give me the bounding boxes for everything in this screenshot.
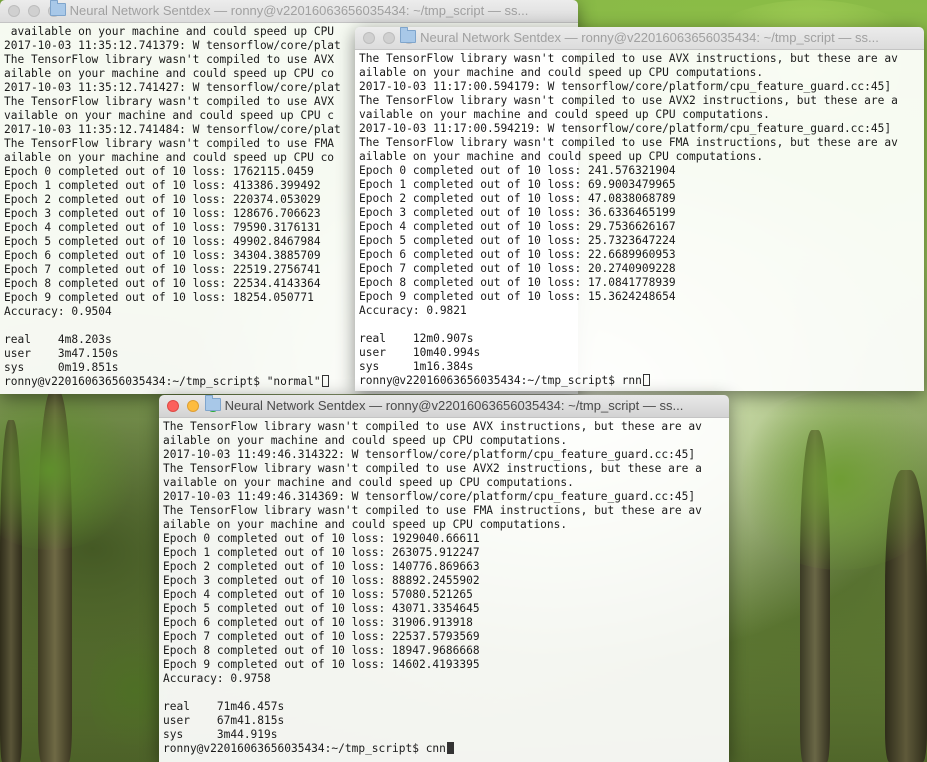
terminal-line: 2017-10-03 11:49:46.314322: W tensorflow…	[163, 448, 696, 461]
terminal-line: Epoch 8 completed out of 10 loss: 18947.…	[163, 644, 480, 657]
terminal-line: Epoch 7 completed out of 10 loss: 20.274…	[359, 262, 676, 275]
window-titlebar[interactable]: Neural Network Sentdex — ronny@v22016063…	[0, 0, 578, 23]
terminal-line: sys 1m16.384s	[359, 360, 474, 373]
terminal-window-rnn[interactable]: Neural Network Sentdex — ronny@v22016063…	[355, 27, 924, 391]
terminal-line: Epoch 9 completed out of 10 loss: 15.362…	[359, 290, 676, 303]
terminal-line: ailable on your machine and could speed …	[163, 518, 568, 531]
terminal-output[interactable]: The TensorFlow library wasn't compiled t…	[159, 418, 729, 762]
text-cursor	[446, 742, 454, 754]
terminal-line: Epoch 4 completed out of 10 loss: 29.753…	[359, 220, 676, 233]
foliage	[0, 390, 140, 550]
terminal-line: real 12m0.907s	[359, 332, 474, 345]
command-prompt-line[interactable]: ronny@v22016063656035434:~/tmp_script$ c…	[163, 742, 729, 756]
terminal-line: user 67m41.815s	[163, 714, 285, 727]
command-input[interactable]: "normal"	[267, 375, 321, 388]
terminal-output[interactable]: The TensorFlow library wasn't compiled t…	[355, 50, 924, 391]
folder-icon	[204, 395, 221, 411]
shell-prompt: ronny@v22016063656035434:~/tmp_script$	[4, 375, 267, 388]
text-cursor	[642, 374, 650, 386]
terminal-line: user 10m40.994s	[359, 346, 481, 359]
terminal-line: The TensorFlow library wasn't compiled t…	[163, 462, 702, 475]
terminal-line: Accuracy: 0.9821	[359, 304, 467, 317]
terminal-line: Epoch 7 completed out of 10 loss: 22537.…	[163, 630, 480, 643]
terminal-line: The TensorFlow library wasn't compiled t…	[359, 94, 898, 107]
shell-prompt: ronny@v22016063656035434:~/tmp_script$	[163, 742, 426, 755]
terminal-line: Epoch 6 completed out of 10 loss: 31906.…	[163, 616, 473, 629]
window-title: Neural Network Sentdex — ronny@v22016063…	[159, 395, 729, 413]
window-title-text: Neural Network Sentdex — ronny@v22016063…	[420, 30, 879, 45]
foliage	[730, 390, 927, 570]
window-title-text: Neural Network Sentdex — ronny@v22016063…	[224, 398, 684, 413]
terminal-line: Epoch 5 completed out of 10 loss: 43071.…	[163, 602, 480, 615]
terminal-line: The TensorFlow library wasn't compiled t…	[163, 420, 702, 433]
terminal-line: Epoch 9 completed out of 10 loss: 14602.…	[163, 658, 480, 671]
terminal-line: vailable on your machine and could speed…	[359, 108, 770, 121]
command-prompt-line[interactable]: ronny@v22016063656035434:~/tmp_script$ r…	[359, 374, 924, 388]
command-input[interactable]: rnn	[622, 374, 642, 387]
window-title: Neural Network Sentdex — ronny@v22016063…	[355, 27, 924, 45]
terminal-line: ailable on your machine and could speed …	[359, 150, 764, 163]
terminal-line: Epoch 1 completed out of 10 loss: 69.900…	[359, 178, 676, 191]
terminal-line: Epoch 0 completed out of 10 loss: 192904…	[163, 532, 480, 545]
terminal-line: 2017-10-03 11:49:46.314369: W tensorflow…	[163, 490, 696, 503]
terminal-line: Epoch 8 completed out of 10 loss: 17.084…	[359, 276, 676, 289]
terminal-line: The TensorFlow library wasn't compiled t…	[163, 504, 702, 517]
command-input[interactable]: cnn	[426, 742, 446, 755]
terminal-line: 2017-10-03 11:17:00.594219: W tensorflow…	[359, 122, 892, 135]
window-title: Neural Network Sentdex — ronny@v22016063…	[0, 0, 578, 18]
terminal-line: The TensorFlow library wasn't compiled t…	[359, 52, 898, 65]
terminal-line: 2017-10-03 11:17:00.594179: W tensorflow…	[359, 80, 892, 93]
folder-icon	[49, 0, 66, 16]
window-title-text: Neural Network Sentdex — ronny@v22016063…	[69, 3, 529, 18]
text-cursor	[321, 375, 329, 387]
terminal-line: Epoch 2 completed out of 10 loss: 47.083…	[359, 192, 676, 205]
terminal-window-cnn[interactable]: Neural Network Sentdex — ronny@v22016063…	[159, 395, 729, 762]
terminal-line: Epoch 4 completed out of 10 loss: 57080.…	[163, 588, 473, 601]
terminal-line: ailable on your machine and could speed …	[359, 66, 764, 79]
terminal-line: Epoch 2 completed out of 10 loss: 140776…	[163, 560, 480, 573]
terminal-line: Epoch 1 completed out of 10 loss: 263075…	[163, 546, 480, 559]
terminal-line: real 71m46.457s	[163, 700, 285, 713]
terminal-line: Epoch 3 completed out of 10 loss: 36.633…	[359, 206, 676, 219]
terminal-line: ailable on your machine and could speed …	[163, 434, 568, 447]
terminal-line: Epoch 3 completed out of 10 loss: 88892.…	[163, 574, 480, 587]
shell-prompt: ronny@v22016063656035434:~/tmp_script$	[359, 374, 622, 387]
terminal-line: Epoch 6 completed out of 10 loss: 22.668…	[359, 248, 676, 261]
window-titlebar[interactable]: Neural Network Sentdex — ronny@v22016063…	[355, 27, 924, 50]
terminal-line: Epoch 0 completed out of 10 loss: 241.57…	[359, 164, 676, 177]
terminal-line: The TensorFlow library wasn't compiled t…	[359, 136, 898, 149]
terminal-line: Accuracy: 0.9758	[163, 672, 271, 685]
terminal-line: Epoch 5 completed out of 10 loss: 25.732…	[359, 234, 676, 247]
folder-icon	[400, 27, 417, 43]
window-titlebar[interactable]: Neural Network Sentdex — ronny@v22016063…	[159, 395, 729, 418]
terminal-line: sys 3m44.919s	[163, 728, 278, 741]
terminal-line: vailable on your machine and could speed…	[163, 476, 574, 489]
